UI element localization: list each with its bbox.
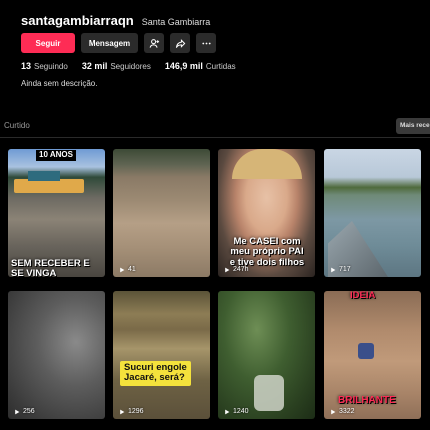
suggested-accounts-button[interactable] [144,33,164,53]
video-card[interactable]: Sucuri engole Jacaré, será? 1296 [113,291,210,419]
bus-roof [28,171,60,181]
view-count-text: 247h [233,266,249,273]
video-thumbnail [113,149,210,277]
profile-stats: 13 Seguindo 32 mil Seguidores 146,9 mil Cur… [21,61,236,71]
bottle-shape [254,375,284,411]
more-icon [201,42,211,44]
name-row: santagambiarraqn Santa Gambiarra [21,13,210,28]
view-count: 717 [330,266,351,273]
video-card[interactable]: 717 [324,149,421,277]
stat-label: Seguindo [34,62,68,71]
profile-actions: Seguir Mensagem [21,33,216,53]
video-caption-bottom: SEM RECEBER E SE VINGA [11,258,90,277]
video-card[interactable]: IDEIA BRILHANTE 3322 [324,291,421,419]
play-icon [331,409,336,414]
play-icon [15,409,20,414]
video-caption-bottom: BRILHANTE [338,395,396,406]
video-card[interactable]: 41 [113,149,210,277]
play-icon [120,267,125,272]
view-count: 3322 [330,408,355,415]
view-count: 1296 [119,408,144,415]
stat-followers[interactable]: 32 mil Seguidores [82,61,151,71]
stat-likes: 146,9 mil Curtidas [165,61,236,71]
video-card[interactable]: Me CASEI com meu próprio PAI e tive dois… [218,149,315,277]
add-person-icon [149,38,159,48]
view-count-text: 256 [23,408,35,415]
video-thumbnail [8,291,105,419]
tab-liked[interactable]: Curtido [4,121,30,130]
bus-shape [14,179,84,193]
stat-label: Seguidores [110,62,151,71]
video-caption: Me CASEI com meu próprio PAI e tive dois… [229,236,305,268]
play-icon [225,267,230,272]
video-caption: Sucuri engole Jacaré, será? [120,361,191,386]
tab-bar: Curtido Mais recentes [0,114,430,138]
play-icon [120,409,125,414]
view-count: 1240 [224,408,249,415]
username: santagambiarraqn [21,13,134,28]
object-shape [358,343,374,359]
view-count-text: 3322 [339,408,355,415]
view-count-text: 1296 [128,408,144,415]
profile-bio: Ainda sem descrição. [21,79,98,88]
view-count: 256 [14,408,35,415]
stat-value: 13 [21,61,32,71]
share-icon [175,38,185,48]
view-count: 247h [224,266,249,273]
play-icon [331,267,336,272]
video-caption-top: 10 ANOS [36,150,76,161]
view-count: 41 [119,266,136,273]
more-button[interactable] [196,33,216,53]
stat-value: 146,9 mil [164,61,203,71]
view-count-text: 1240 [233,408,249,415]
play-icon [225,409,230,414]
video-thumbnail [113,291,210,419]
follow-button[interactable]: Seguir [21,33,75,53]
video-card[interactable]: 256 [8,291,105,419]
stat-following[interactable]: 13 Seguindo [21,61,68,71]
video-caption-top: IDEIA [350,291,376,301]
video-card[interactable]: 1240 [218,291,315,419]
share-button[interactable] [170,33,190,53]
message-button[interactable]: Mensagem [81,33,138,53]
view-count-text: 41 [128,266,136,273]
stat-label: Curtidas [205,62,236,71]
stat-value: 32 mil [81,61,108,71]
view-count-text: 717 [339,266,351,273]
sort-latest-button[interactable]: Mais recentes [396,118,430,134]
video-card[interactable]: 10 ANOS SEM RECEBER E SE VINGA [8,149,105,277]
nickname: Santa Gambiarra [141,17,211,27]
